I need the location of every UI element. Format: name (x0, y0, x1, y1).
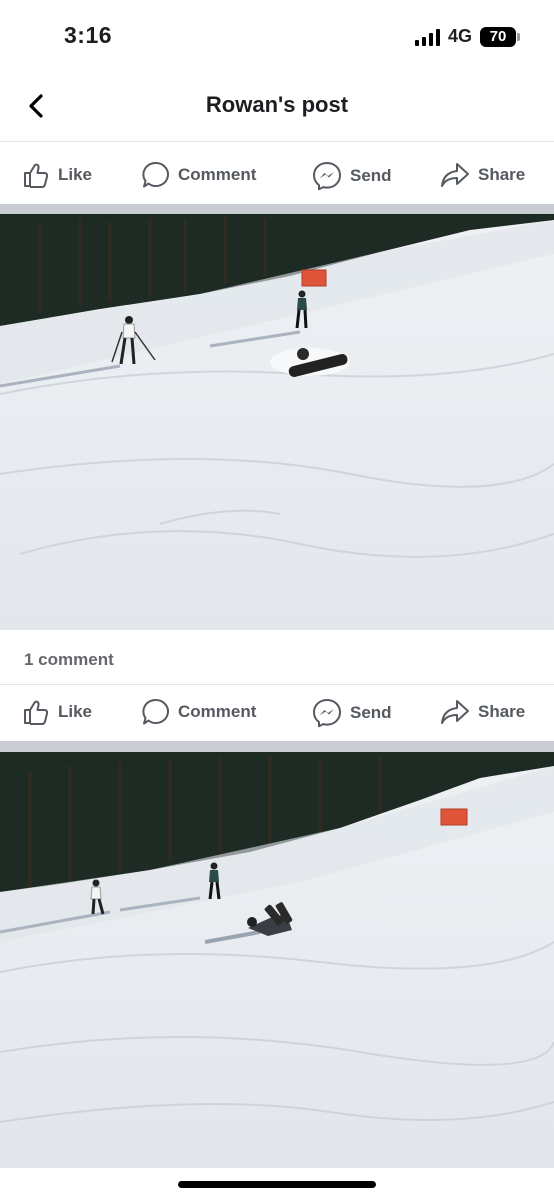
post-1-like-button[interactable]: Like (22, 161, 92, 189)
post-2-action-bar: Like Comment Send Share (0, 682, 554, 742)
share-arrow-icon (441, 163, 469, 187)
like-label: Like (58, 165, 93, 184)
battery-icon: 70 (480, 26, 520, 47)
thumbs-up-icon (24, 163, 49, 188)
battery-level: 70 (489, 28, 507, 45)
post-header: Rowan's post (0, 70, 554, 142)
network-type: 4G (447, 26, 472, 46)
post-1-share-button[interactable]: Share (440, 161, 525, 189)
comment-count-link[interactable]: 1 comment (24, 650, 114, 670)
share-label: Share (478, 165, 526, 184)
status-bar: 3:16 4G 70 (0, 0, 554, 70)
post-1-action-bar: Like Comment Send Share (0, 145, 554, 205)
share-arrow-icon (441, 700, 469, 724)
ski-slope-image (0, 214, 554, 630)
home-indicator[interactable] (178, 1181, 376, 1188)
post-2-comment-button[interactable]: Comment (142, 698, 256, 726)
send-label: Send (350, 703, 392, 722)
comment-label: Comment (178, 702, 257, 721)
share-label: Share (478, 702, 526, 721)
post-1-photo[interactable] (0, 214, 554, 630)
post-1-send-button[interactable]: Send (312, 161, 392, 191)
messenger-icon (313, 699, 341, 728)
post-2-photo[interactable] (0, 752, 554, 1168)
comment-label: Comment (178, 165, 257, 184)
post-2-send-button[interactable]: Send (312, 698, 392, 728)
messenger-icon (313, 162, 341, 191)
ski-slope-image (0, 752, 554, 1168)
like-label: Like (58, 702, 93, 721)
page-title: Rowan's post (205, 92, 349, 117)
comment-bubble-icon (142, 161, 169, 188)
signal-icon (414, 28, 440, 46)
send-label: Send (350, 166, 392, 185)
thumbs-up-icon (24, 700, 49, 725)
post-2-like-button[interactable]: Like (22, 698, 92, 726)
status-time: 3:16 (64, 22, 113, 48)
status-indicators: 4G 70 (414, 26, 520, 47)
post-1-comment-button[interactable]: Comment (142, 161, 256, 189)
post-2-share-button[interactable]: Share (440, 698, 525, 726)
comment-bubble-icon (142, 698, 169, 725)
